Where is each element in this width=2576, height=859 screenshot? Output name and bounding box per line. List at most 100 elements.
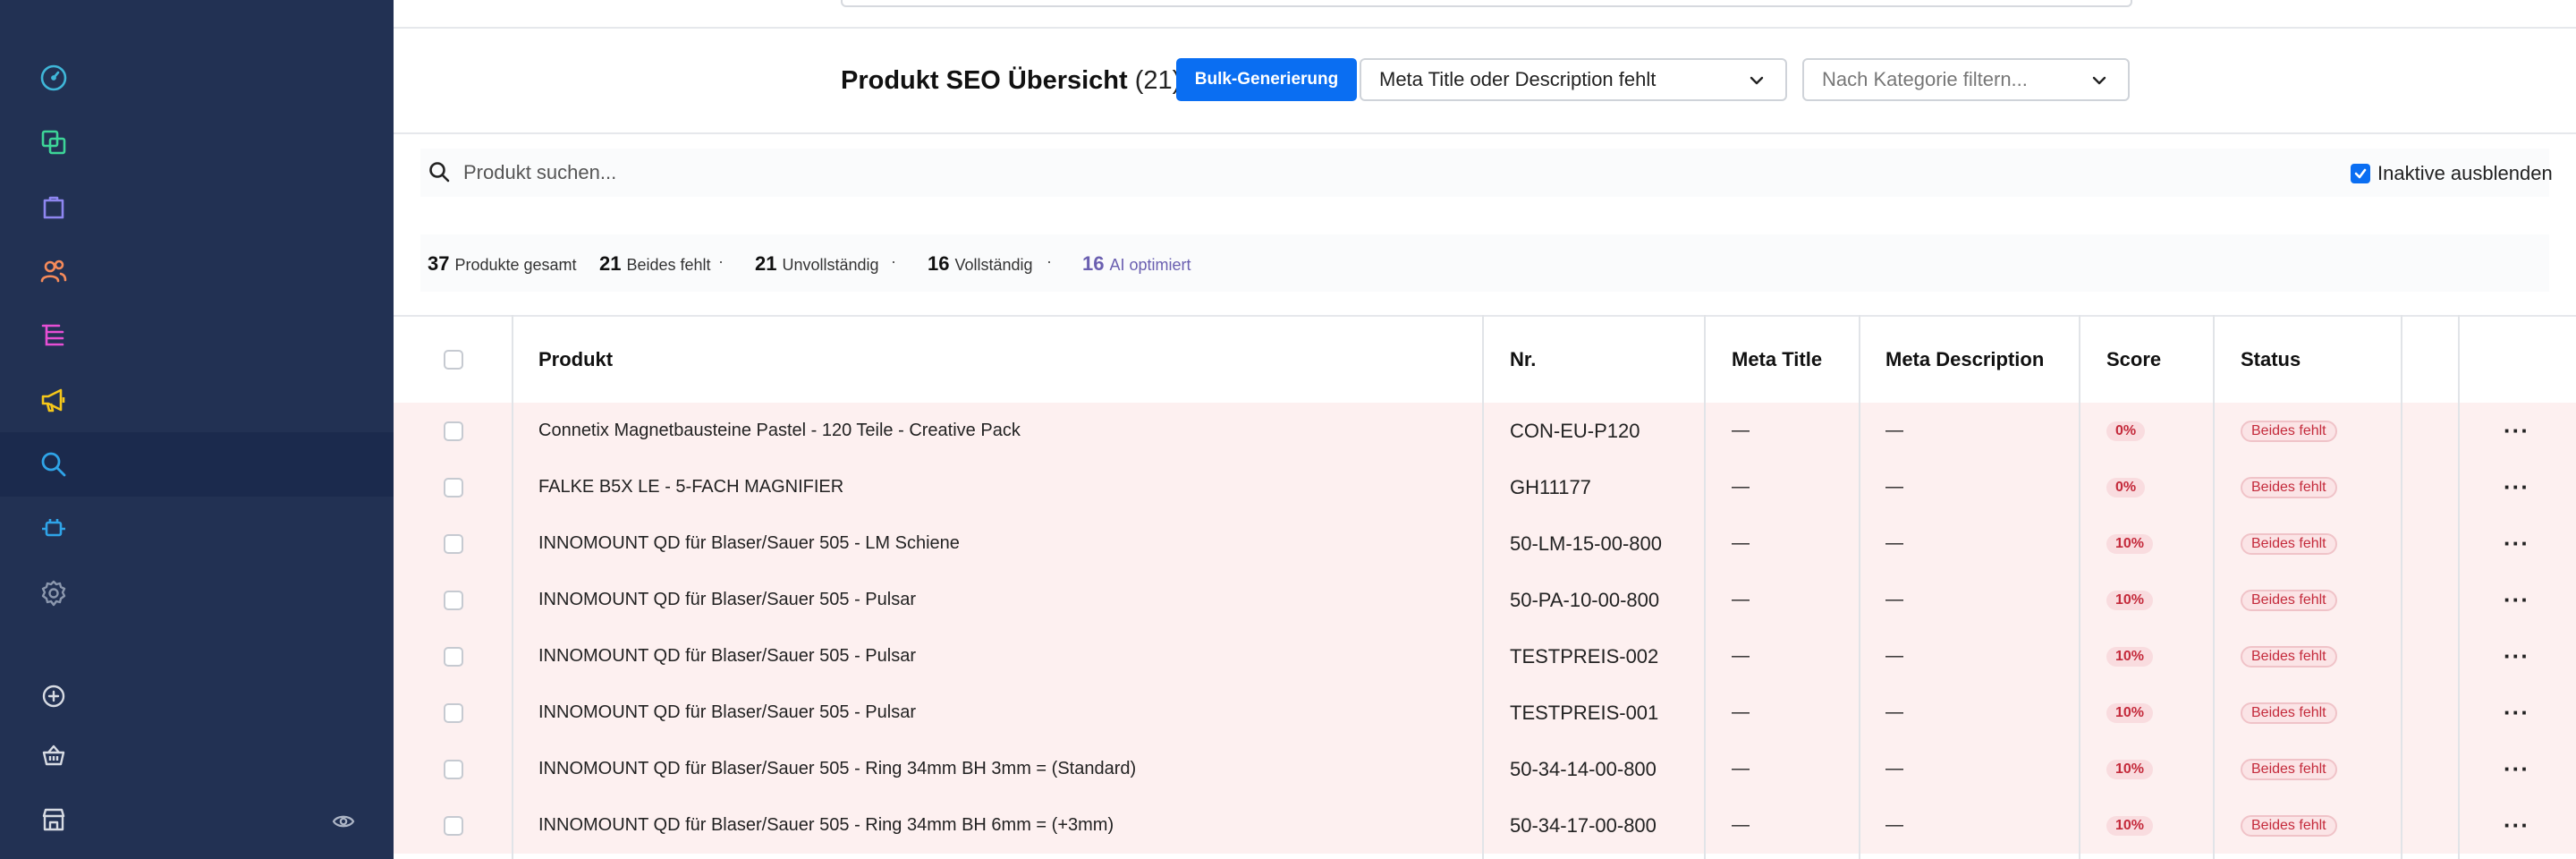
meta-description-cell: —	[1885, 815, 1903, 835]
row-checkbox[interactable]	[444, 759, 463, 779]
product-name-cell[interactable]: INNOMOUNT QD für Blaser/Sauer 505 - Ring…	[538, 797, 1114, 854]
users-icon	[36, 253, 72, 289]
score-cell: 10%	[2106, 741, 2154, 797]
status-badge: Beides fehlt	[2241, 702, 2337, 724]
stat-separator: ·	[891, 252, 896, 270]
row-checkbox[interactable]	[444, 646, 463, 667]
sidebar-item-basket[interactable]	[0, 723, 394, 787]
more-actions-icon[interactable]: ···	[2504, 417, 2529, 445]
table-row[interactable]: Connetix Magnetbausteine Pastel - 120 Te…	[394, 403, 2576, 459]
sidebar-item-settings[interactable]	[0, 561, 394, 625]
select-all-checkbox[interactable]	[444, 350, 463, 370]
bulk-generate-button[interactable]: Bulk-Generierung	[1176, 58, 1357, 101]
plugin-icon	[36, 511, 72, 547]
more-actions-icon[interactable]: ···	[2504, 473, 2529, 501]
col-header-meta-description[interactable]: Meta Description	[1885, 317, 2044, 403]
product-name-cell[interactable]: Connetix Magnetbausteine Pastel - 120 Te…	[538, 403, 1021, 459]
meta-title-cell: —	[1732, 590, 1750, 609]
score-badge: 10%	[2106, 759, 2154, 779]
stats-bar: 37 Produkte gesamt · 21 Beides fehlt · 21 U…	[420, 234, 2549, 292]
missing-filter-select[interactable]: Meta Title oder Description fehlt	[1360, 58, 1787, 101]
list-tree-icon	[36, 318, 72, 353]
column-divider	[2079, 315, 2080, 859]
more-actions-icon[interactable]: ···	[2504, 755, 2529, 783]
stat-both-missing-value: 21	[599, 252, 622, 275]
sidebar-item-content[interactable]	[0, 110, 394, 174]
status-cell: Beides fehlt	[2241, 628, 2337, 685]
product-name-cell[interactable]: INNOMOUNT QD für Blaser/Sauer 505 - Ring…	[538, 741, 1136, 797]
chevron-down-icon	[1748, 72, 1766, 95]
meta-description-cell: —	[1885, 533, 1903, 553]
col-header-score[interactable]: Score	[2106, 317, 2161, 403]
column-divider	[2458, 315, 2460, 859]
search-icon	[428, 160, 451, 188]
row-select-cell	[444, 459, 463, 515]
table-row[interactable]: INNOMOUNT QD für Blaser/Sauer 505 - Ring…	[394, 741, 2576, 797]
column-divider	[1859, 315, 1860, 859]
sidebar-item-extensions[interactable]	[0, 497, 394, 561]
row-actions-cell: ···	[2504, 797, 2529, 854]
score-badge: 10%	[2106, 702, 2154, 723]
row-checkbox[interactable]	[444, 702, 463, 723]
dashboard-gauge-icon	[36, 60, 72, 96]
row-checkbox[interactable]	[444, 533, 463, 554]
table-row[interactable]: INNOMOUNT QD für Blaser/Sauer 505 - Ring…	[394, 797, 2576, 854]
table-row[interactable]: FALKE B5X LE - 5-FACH MAGNIFIER GH11177 — —…	[394, 459, 2576, 515]
col-header-produkt[interactable]: Produkt	[538, 317, 613, 403]
gear-icon	[36, 575, 72, 611]
row-actions-cell: ···	[2504, 572, 2529, 628]
page-title: Produkt SEO Übersicht (21)	[841, 66, 1181, 96]
eye-icon[interactable]	[327, 805, 360, 838]
row-select-cell	[444, 685, 463, 741]
meta-description-cell: —	[1885, 590, 1903, 609]
meta-title-cell: —	[1732, 815, 1750, 835]
meta-title-cell: —	[1732, 533, 1750, 553]
table-row[interactable]: INNOMOUNT QD für Blaser/Sauer 505 - Puls…	[394, 628, 2576, 685]
more-actions-icon[interactable]: ···	[2504, 812, 2529, 839]
row-actions-cell: ···	[2504, 403, 2529, 459]
select-all-cell	[444, 317, 463, 403]
sidebar-item-customers[interactable]	[0, 239, 394, 303]
row-checkbox[interactable]	[444, 815, 463, 836]
product-search-field[interactable]: Produkt suchen...	[420, 149, 2549, 197]
meta-description-cell: —	[1885, 702, 1903, 722]
sidebar-item-marketing[interactable]	[0, 368, 394, 432]
table-row[interactable]: INNOMOUNT QD für Blaser/Sauer 505 - LM S…	[394, 515, 2576, 572]
product-name-cell[interactable]: INNOMOUNT QD für Blaser/Sauer 505 - Puls…	[538, 628, 916, 685]
sidebar-item-orders[interactable]	[0, 174, 394, 239]
row-checkbox[interactable]	[444, 421, 463, 441]
product-name-cell[interactable]: FALKE B5X LE - 5-FACH MAGNIFIER	[538, 459, 843, 515]
row-checkbox[interactable]	[444, 477, 463, 498]
sidebar-item-dashboard[interactable]	[0, 46, 394, 110]
table-row[interactable]: INNOMOUNT QD für Blaser/Sauer 505 - Puls…	[394, 572, 2576, 628]
sidebar-item-catalog[interactable]	[0, 303, 394, 368]
category-filter-select[interactable]: Nach Kategorie filtern...	[1802, 58, 2130, 101]
meta-title-cell: —	[1732, 646, 1750, 666]
meta-description-cell: —	[1885, 477, 1903, 497]
table-header: Produkt Nr. Meta Title Meta Description …	[394, 315, 2576, 404]
product-name-cell[interactable]: INNOMOUNT QD für Blaser/Sauer 505 - LM S…	[538, 515, 960, 572]
global-search-input[interactable]	[841, 0, 2132, 7]
page-title-count: (21)	[1134, 66, 1182, 95]
table-row[interactable]: INNOMOUNT QD für Blaser/Sauer 505 - Puls…	[394, 685, 2576, 741]
hide-inactive-checkbox[interactable]	[2351, 164, 2370, 183]
col-header-status[interactable]: Status	[2241, 317, 2301, 403]
more-actions-icon[interactable]: ···	[2504, 530, 2529, 557]
row-checkbox[interactable]	[444, 590, 463, 610]
product-name-cell[interactable]: INNOMOUNT QD für Blaser/Sauer 505 - Puls…	[538, 572, 916, 628]
sidebar-item-seo[interactable]	[0, 432, 394, 497]
col-header-nr[interactable]: Nr.	[1510, 317, 1536, 403]
more-actions-icon[interactable]: ···	[2504, 699, 2529, 727]
more-actions-icon[interactable]: ···	[2504, 642, 2529, 670]
status-cell: Beides fehlt	[2241, 572, 2337, 628]
status-badge: Beides fehlt	[2241, 645, 2337, 668]
status-cell: Beides fehlt	[2241, 515, 2337, 572]
status-cell: Beides fehlt	[2241, 403, 2337, 459]
hide-inactive-toggle[interactable]: Inaktive ausblenden	[2351, 162, 2553, 185]
stat-incomplete: 21 Unvollständig	[755, 252, 879, 276]
row-select-cell	[444, 572, 463, 628]
more-actions-icon[interactable]: ···	[2504, 586, 2529, 614]
product-name-cell[interactable]: INNOMOUNT QD für Blaser/Sauer 505 - Puls…	[538, 685, 916, 741]
col-header-meta-title[interactable]: Meta Title	[1732, 317, 1822, 403]
sidebar-item-create[interactable]	[0, 664, 394, 728]
